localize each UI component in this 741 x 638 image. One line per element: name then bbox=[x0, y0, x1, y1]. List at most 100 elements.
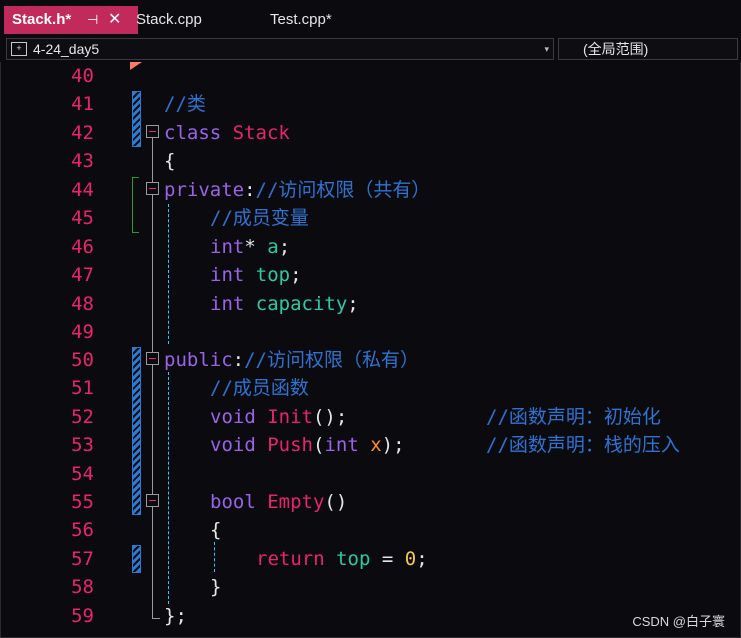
line-number: 40 bbox=[71, 65, 94, 87]
comment: //访问权限（私有） bbox=[244, 349, 419, 371]
pin-icon[interactable]: ⊣ bbox=[87, 6, 98, 34]
code-editor[interactable]: 40 41 //类 42 class Stack 43 { 44 private… bbox=[0, 62, 741, 638]
code-line: 50 public://访问权限（私有） bbox=[0, 346, 741, 374]
code-line: 47 int top; bbox=[0, 261, 741, 289]
code-line: 54 bbox=[0, 460, 741, 488]
identifier: capacity bbox=[255, 293, 348, 315]
project-scope-dropdown[interactable]: + 4-24_day5 ▾ bbox=[6, 38, 554, 60]
line-number: 53 bbox=[71, 434, 94, 456]
type-keyword: void bbox=[210, 406, 256, 428]
code-text: private://访问权限（共有） bbox=[164, 176, 430, 204]
code-text: class Stack bbox=[164, 119, 290, 147]
csdn-watermark: CSDN @白子寰 bbox=[632, 614, 725, 629]
function-name: Init bbox=[267, 406, 313, 428]
line-number: 58 bbox=[71, 576, 94, 598]
code-text: //函数声明：初始化 bbox=[486, 403, 661, 431]
close-icon[interactable]: ✕ bbox=[108, 6, 121, 34]
code-line: 44 private://访问权限（共有） bbox=[0, 176, 741, 204]
tab-stack-cpp[interactable]: Stack.cpp bbox=[128, 6, 202, 34]
comment: //函数声明：初始化 bbox=[486, 406, 661, 428]
pointer-star: * bbox=[244, 236, 256, 258]
semicolon: ; bbox=[278, 236, 291, 258]
line-number: 54 bbox=[71, 463, 94, 485]
keyword: class bbox=[164, 122, 222, 144]
parameter: x bbox=[370, 434, 382, 456]
punctuation: ); bbox=[381, 434, 405, 456]
code-text: }; bbox=[164, 602, 187, 630]
number-literal: 0 bbox=[404, 548, 417, 570]
line-number: 42 bbox=[71, 122, 94, 144]
semicolon: ; bbox=[347, 293, 359, 315]
operator: = bbox=[370, 548, 405, 570]
line-number: 51 bbox=[71, 377, 94, 399]
comment: //访问权限（共有） bbox=[255, 179, 431, 201]
line-number: 50 bbox=[71, 349, 94, 371]
member-scope-label: (全局范围) bbox=[583, 41, 649, 57]
brace: { bbox=[210, 519, 222, 541]
keyword: return bbox=[256, 548, 325, 570]
line-number: 59 bbox=[71, 605, 94, 627]
keyword: public bbox=[164, 349, 233, 371]
code-text: void Push(int x); bbox=[210, 431, 405, 459]
tab-test-cpp[interactable]: Test.cpp* bbox=[262, 6, 332, 34]
code-text: void Init(); bbox=[210, 403, 347, 431]
line-number: 41 bbox=[71, 93, 94, 115]
tab-label: Stack.cpp bbox=[136, 11, 202, 28]
code-text: //成员变量 bbox=[210, 204, 309, 232]
code-text: return top = 0; bbox=[256, 545, 428, 573]
semicolon: ; bbox=[416, 548, 428, 570]
code-text: { bbox=[210, 516, 221, 544]
code-line: 41 //类 bbox=[0, 90, 741, 118]
code-text: public://访问权限（私有） bbox=[164, 346, 419, 374]
code-text: int* a; bbox=[210, 233, 290, 261]
tab-label: Stack.h* bbox=[12, 11, 72, 28]
comment: //成员函数 bbox=[210, 377, 309, 399]
code-line: 40 bbox=[0, 62, 741, 90]
identifier: top bbox=[255, 264, 291, 286]
comment: //成员变量 bbox=[210, 207, 309, 229]
line-number: 49 bbox=[71, 321, 94, 343]
code-line: 56 { bbox=[0, 516, 741, 544]
project-icon: + bbox=[11, 42, 27, 56]
code-line: 48 int capacity; bbox=[0, 290, 741, 318]
tab-bar: Stack.h* ⊣ ✕ Stack.cpp Test.cpp* bbox=[0, 0, 741, 38]
function-name: Push bbox=[267, 434, 313, 456]
code-line: 45 //成员变量 bbox=[0, 204, 741, 232]
code-line: 43 { bbox=[0, 147, 741, 175]
code-text: //函数声明：栈的压入 bbox=[486, 431, 680, 459]
code-text: int top; bbox=[210, 261, 302, 289]
colon: : bbox=[232, 349, 245, 371]
code-line: 53 void Push(int x); //函数声明：栈的压入 bbox=[0, 431, 741, 459]
type-keyword: int bbox=[210, 293, 245, 315]
type-keyword: int bbox=[210, 264, 245, 286]
line-number: 52 bbox=[71, 406, 94, 428]
line-number: 48 bbox=[71, 293, 94, 315]
code-line: 51 //成员函数 bbox=[0, 374, 741, 402]
code-text: //成员函数 bbox=[210, 374, 309, 402]
type-keyword: void bbox=[210, 434, 256, 456]
code-text: int capacity; bbox=[210, 290, 359, 318]
code-line: 57 return top = 0; bbox=[0, 545, 741, 573]
chevron-down-icon[interactable]: ▾ bbox=[544, 39, 549, 59]
line-number: 46 bbox=[71, 236, 94, 258]
punctuation: () bbox=[324, 491, 348, 513]
code-line: 49 bbox=[0, 318, 741, 346]
code-line: 58 } bbox=[0, 573, 741, 601]
line-number: 57 bbox=[71, 548, 94, 570]
punctuation: ( bbox=[312, 434, 325, 456]
code-text: //类 bbox=[164, 90, 206, 118]
tab-stack-h[interactable]: Stack.h* ⊣ ✕ bbox=[4, 6, 138, 34]
brace: } bbox=[210, 576, 222, 598]
member-scope-dropdown[interactable]: (全局范围) bbox=[558, 38, 738, 60]
code-line: 55 bool Empty() bbox=[0, 488, 741, 516]
code-text: { bbox=[164, 147, 175, 175]
identifier: a bbox=[267, 236, 279, 258]
punctuation: (); bbox=[312, 406, 348, 428]
class-name: Stack bbox=[232, 122, 290, 144]
code-text: } bbox=[210, 573, 221, 601]
brace: }; bbox=[164, 605, 187, 627]
tab-label: Test.cpp* bbox=[270, 11, 332, 28]
comment: //函数声明：栈的压入 bbox=[486, 434, 680, 456]
keyword: private bbox=[164, 179, 245, 201]
identifier: top bbox=[336, 548, 371, 570]
